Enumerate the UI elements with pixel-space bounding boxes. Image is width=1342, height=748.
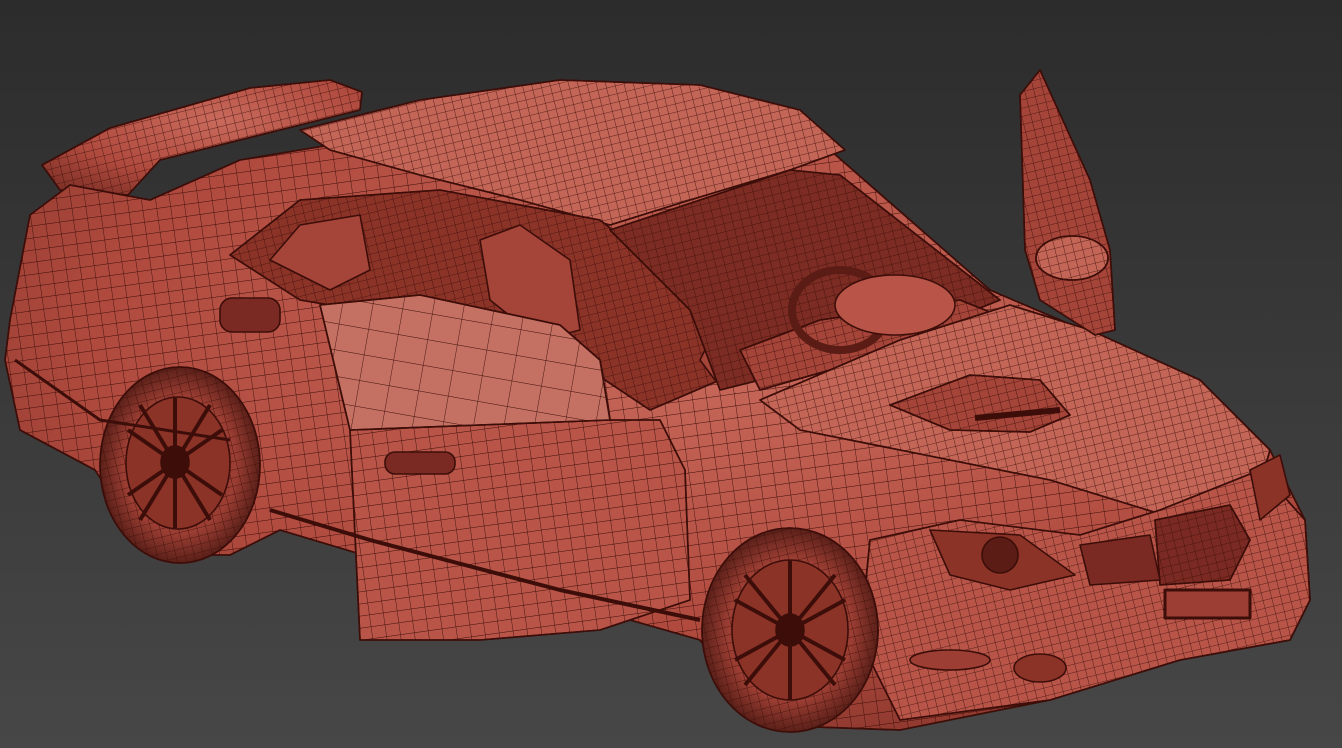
- license-plate-frame: [1163, 588, 1252, 620]
- front-wheel[interactable]: [701, 527, 879, 733]
- rear-wheel[interactable]: [99, 366, 261, 564]
- wireframe-car-render[interactable]: [0, 0, 1342, 748]
- door-handle[interactable]: [384, 451, 456, 475]
- 3d-viewport[interactable]: [0, 0, 1342, 748]
- side-mirror-wire: [1035, 235, 1109, 281]
- rear-door-handle[interactable]: [219, 297, 281, 333]
- steering-wheel-wire: [834, 274, 956, 336]
